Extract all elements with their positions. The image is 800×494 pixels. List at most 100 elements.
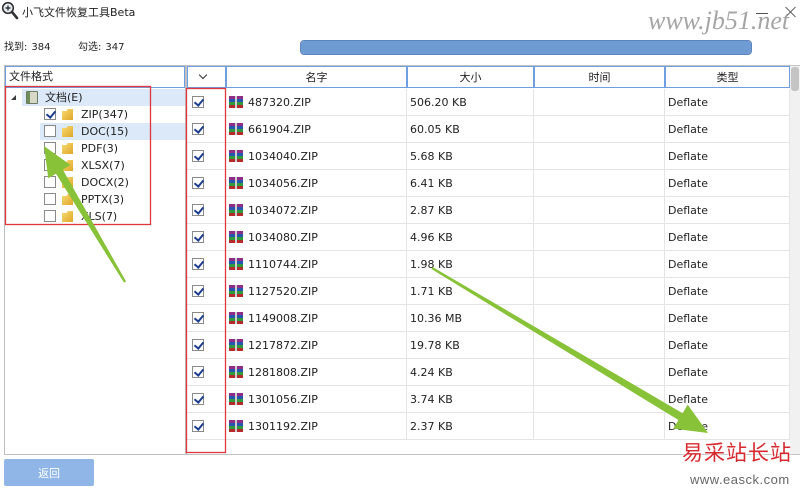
name-cell: 1149008.ZIP bbox=[226, 305, 407, 331]
tree-item[interactable]: DOC(15) bbox=[5, 123, 185, 140]
table-row[interactable]: 1301056.ZIP 3.74 KB Deflate bbox=[187, 386, 790, 413]
select-cell bbox=[187, 359, 226, 385]
format-checkbox[interactable] bbox=[44, 108, 56, 120]
chevron-down-icon bbox=[198, 70, 208, 80]
name-cell: 1034040.ZIP bbox=[226, 143, 407, 169]
table-row[interactable]: 1034080.ZIP 4.96 KB Deflate bbox=[187, 224, 790, 251]
zip-archive-icon bbox=[229, 204, 243, 216]
select-cell bbox=[187, 197, 226, 223]
name-cell: 1301192.ZIP bbox=[226, 413, 407, 439]
found-count: 找到: 384 bbox=[4, 41, 50, 55]
format-checkbox[interactable] bbox=[44, 125, 56, 137]
table-row[interactable]: 1127520.ZIP 1.71 KB Deflate bbox=[187, 278, 790, 305]
table-row[interactable]: 1034072.ZIP 2.87 KB Deflate bbox=[187, 197, 790, 224]
folder-icon bbox=[62, 211, 73, 222]
size-cell: 2.37 KB bbox=[407, 413, 534, 439]
format-label: DOC(15) bbox=[81, 125, 129, 138]
tree-item[interactable]: XLS(7) bbox=[5, 208, 185, 225]
tree-item[interactable]: PPTX(3) bbox=[5, 191, 185, 208]
folder-icon bbox=[62, 194, 73, 205]
table-row[interactable]: 1281808.ZIP 4.24 KB Deflate bbox=[187, 359, 790, 386]
tree-node-documents[interactable]: 文档(E) bbox=[5, 89, 185, 106]
format-checkbox[interactable] bbox=[44, 193, 56, 205]
type-cell: Deflate bbox=[665, 251, 790, 277]
name-cell: 1301056.ZIP bbox=[226, 386, 407, 412]
tree-item[interactable]: ZIP(347) bbox=[5, 106, 185, 123]
format-checkbox[interactable] bbox=[44, 159, 56, 171]
table-row[interactable]: 661904.ZIP 60.05 KB Deflate bbox=[187, 116, 790, 143]
time-cell bbox=[534, 224, 665, 250]
size-cell: 1.98 KB bbox=[407, 251, 534, 277]
format-checkbox[interactable] bbox=[44, 142, 56, 154]
select-cell bbox=[187, 224, 226, 250]
column-header-type[interactable]: 类型 bbox=[665, 66, 790, 88]
select-column-header[interactable] bbox=[187, 66, 226, 88]
table-row[interactable]: 1034056.ZIP 6.41 KB Deflate bbox=[187, 170, 790, 197]
row-checkbox[interactable] bbox=[192, 366, 204, 378]
file-name: 1127520.ZIP bbox=[248, 284, 318, 298]
tree-item[interactable]: PDF(3) bbox=[5, 140, 185, 157]
column-header-size[interactable]: 大小 bbox=[407, 66, 534, 88]
format-checkbox[interactable] bbox=[44, 176, 56, 188]
format-label: XLS(7) bbox=[81, 210, 118, 223]
row-checkbox[interactable] bbox=[192, 204, 204, 216]
row-checkbox[interactable] bbox=[192, 177, 204, 189]
scrollbar-thumb[interactable] bbox=[791, 67, 799, 91]
expand-triangle-icon[interactable] bbox=[11, 95, 16, 100]
select-cell bbox=[187, 332, 226, 358]
row-checkbox[interactable] bbox=[192, 393, 204, 405]
time-cell bbox=[534, 251, 665, 277]
format-label: PPTX(3) bbox=[81, 193, 125, 206]
zip-archive-icon bbox=[229, 231, 243, 243]
size-cell: 19.78 KB bbox=[407, 332, 534, 358]
column-header-name[interactable]: 名字 bbox=[226, 66, 407, 88]
select-cell bbox=[187, 116, 226, 142]
format-label: PDF(3) bbox=[81, 142, 119, 155]
vertical-scrollbar[interactable] bbox=[790, 66, 800, 454]
document-category-icon bbox=[26, 91, 38, 104]
format-label: XLSX(7) bbox=[81, 159, 125, 172]
row-checkbox[interactable] bbox=[192, 123, 204, 135]
table-row[interactable]: 487320.ZIP 506.20 KB Deflate bbox=[187, 89, 790, 116]
time-cell bbox=[534, 413, 665, 439]
column-header-time[interactable]: 时间 bbox=[534, 66, 665, 88]
size-cell: 1.71 KB bbox=[407, 278, 534, 304]
time-cell bbox=[534, 143, 665, 169]
back-button[interactable]: 返回 bbox=[4, 459, 94, 486]
format-checkbox[interactable] bbox=[44, 210, 56, 222]
time-cell bbox=[534, 359, 665, 385]
type-cell: Deflate bbox=[665, 89, 790, 115]
row-checkbox[interactable] bbox=[192, 96, 204, 108]
type-cell: Deflate bbox=[665, 386, 790, 412]
table-row[interactable]: 1217872.ZIP 19.78 KB Deflate bbox=[187, 332, 790, 359]
row-checkbox[interactable] bbox=[192, 258, 204, 270]
table-row[interactable]: 1034040.ZIP 5.68 KB Deflate bbox=[187, 143, 790, 170]
row-checkbox[interactable] bbox=[192, 312, 204, 324]
type-cell: Deflate bbox=[665, 224, 790, 250]
select-cell bbox=[187, 251, 226, 277]
file-name: 1034072.ZIP bbox=[248, 203, 318, 217]
tree-item[interactable]: DOCX(2) bbox=[5, 174, 185, 191]
table-row[interactable]: 1301192.ZIP 2.37 KB Deflate bbox=[187, 413, 790, 440]
file-name: 1301192.ZIP bbox=[248, 419, 318, 433]
name-cell: 1034080.ZIP bbox=[226, 224, 407, 250]
type-cell: Deflate bbox=[665, 197, 790, 223]
table-row[interactable]: 1149008.ZIP 10.36 MB Deflate bbox=[187, 305, 790, 332]
zip-archive-icon bbox=[229, 258, 243, 270]
row-checkbox[interactable] bbox=[192, 231, 204, 243]
format-label: ZIP(347) bbox=[81, 108, 128, 121]
file-name: 1149008.ZIP bbox=[248, 311, 318, 325]
checked-count: 勾选: 347 bbox=[78, 41, 124, 55]
size-cell: 506.20 KB bbox=[407, 89, 534, 115]
name-cell: 1127520.ZIP bbox=[226, 278, 407, 304]
tree-item[interactable]: XLSX(7) bbox=[5, 157, 185, 174]
row-checkbox[interactable] bbox=[192, 420, 204, 432]
row-checkbox[interactable] bbox=[192, 285, 204, 297]
watermark-top: www.jb51.net bbox=[648, 6, 790, 35]
zip-archive-icon bbox=[229, 123, 243, 135]
row-checkbox[interactable] bbox=[192, 150, 204, 162]
row-checkbox[interactable] bbox=[192, 339, 204, 351]
table-row[interactable]: 1110744.ZIP 1.98 KB Deflate bbox=[187, 251, 790, 278]
file-name: 1110744.ZIP bbox=[248, 257, 318, 271]
tree-node-label: 文档(E) bbox=[45, 91, 83, 104]
